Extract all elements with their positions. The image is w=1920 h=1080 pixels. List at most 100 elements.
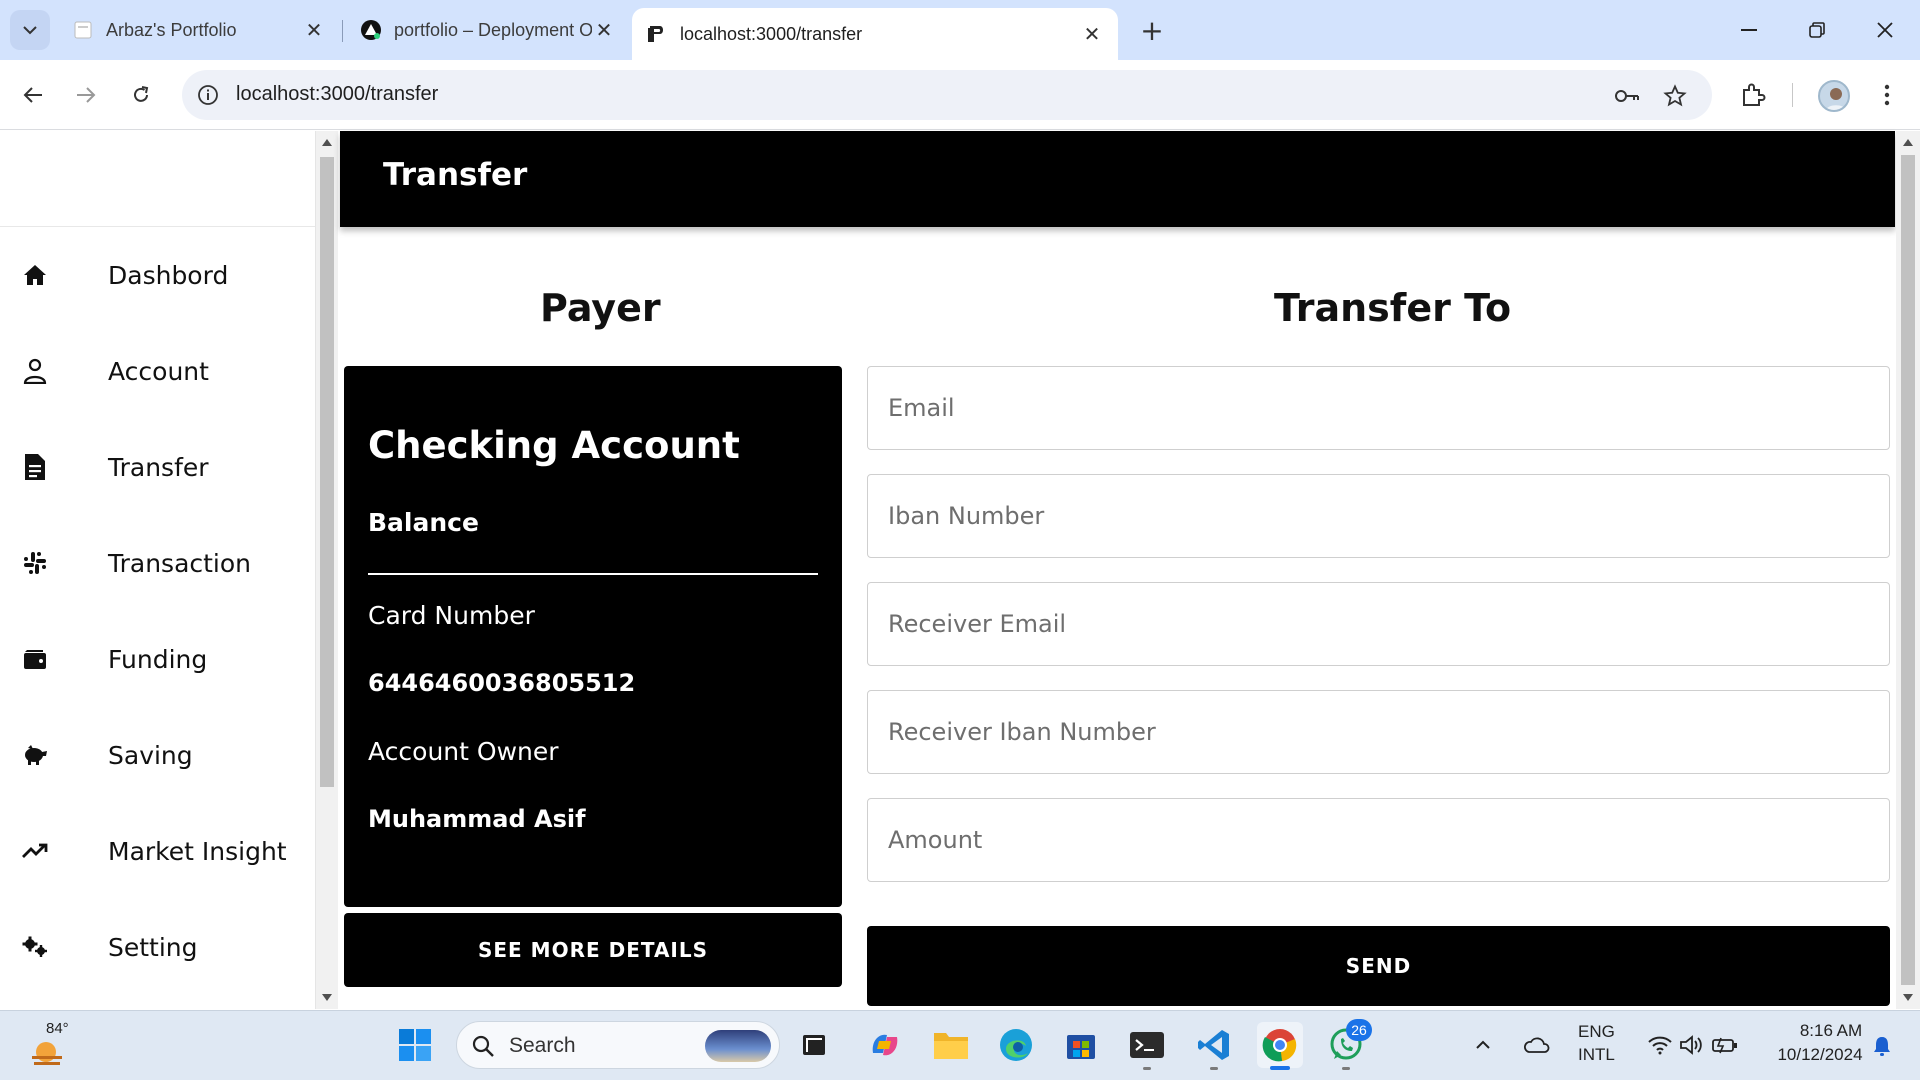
receiver-email-field[interactable]	[867, 582, 1890, 666]
sidebar-item-account[interactable]: Account	[0, 341, 316, 401]
file-explorer-app[interactable]	[928, 1022, 974, 1068]
tab-transfer-active[interactable]: localhost:3000/transfer ✕	[632, 8, 1118, 60]
tray-overflow-button[interactable]	[1468, 1022, 1498, 1068]
payer-heading: Payer	[540, 286, 661, 330]
browser-tabstrip: Arbaz's Portfolio ✕ portfolio – Deployme…	[0, 0, 1920, 60]
sidebar-scrollbar[interactable]	[316, 131, 338, 1009]
scroll-down-arrow-icon[interactable]	[322, 994, 332, 1001]
address-bar[interactable]: localhost:3000/transfer	[182, 70, 1712, 120]
sidebar-item-label: Account	[108, 356, 209, 386]
reload-button[interactable]	[121, 75, 161, 115]
close-window-button[interactable]	[1860, 10, 1910, 50]
password-key-icon[interactable]	[1614, 83, 1640, 109]
search-highlight-image	[705, 1030, 771, 1062]
sidebar-item-saving[interactable]: Saving	[0, 725, 316, 785]
see-more-details-button[interactable]: SEE MORE DETAILS	[344, 913, 842, 987]
battery-icon	[1712, 1037, 1737, 1054]
running-indicator	[1210, 1067, 1218, 1070]
wallet-icon	[22, 646, 48, 672]
browser-menu-icon[interactable]	[1870, 78, 1904, 112]
tab-portfolio[interactable]: Arbaz's Portfolio ✕	[58, 10, 340, 50]
sidebar-item-label: Dashbord	[108, 260, 229, 290]
search-label: Search	[509, 1034, 576, 1057]
receiver-iban-field[interactable]	[867, 690, 1890, 774]
forward-button[interactable]	[66, 75, 106, 115]
tab-title: Arbaz's Portfolio	[106, 19, 237, 40]
scroll-up-arrow-icon[interactable]	[322, 139, 332, 146]
account-owner-label: Account Owner	[368, 737, 559, 766]
sidebar-item-setting[interactable]: Setting	[0, 917, 316, 977]
payer-account-card: Checking Account Balance Card Number 644…	[344, 366, 842, 907]
microsoft-store-app[interactable]	[1058, 1022, 1104, 1068]
piggy-bank-icon	[22, 742, 48, 768]
iban-number-field[interactable]	[867, 474, 1890, 558]
back-button[interactable]	[13, 75, 53, 115]
tab-separator	[342, 20, 343, 42]
tab-title: portfolio – Deployment Overvie	[394, 19, 592, 40]
close-tab-icon[interactable]: ✕	[592, 18, 616, 42]
onedrive-button[interactable]	[1518, 1022, 1554, 1068]
cloud-icon	[1524, 1037, 1550, 1053]
edge-app[interactable]	[993, 1022, 1039, 1068]
terminal-icon	[1130, 1032, 1164, 1058]
extensions-icon[interactable]	[1736, 78, 1770, 112]
site-info-icon[interactable]	[196, 83, 220, 107]
amount-field[interactable]	[867, 798, 1890, 882]
url-text[interactable]: localhost:3000/transfer	[236, 83, 438, 106]
quick-settings-button[interactable]	[1638, 1022, 1748, 1068]
tab-search-button[interactable]	[10, 10, 50, 50]
notification-badge: 26	[1346, 1019, 1372, 1041]
vscode-app[interactable]	[1191, 1022, 1237, 1070]
weather-temperature: 84°	[46, 1020, 69, 1037]
copilot-app[interactable]	[862, 1022, 908, 1068]
close-tab-icon[interactable]: ✕	[1080, 22, 1104, 46]
bookmark-star-icon[interactable]	[1662, 83, 1688, 109]
scroll-down-arrow-icon[interactable]	[1903, 994, 1913, 1001]
sidebar-item-transfer[interactable]: Transfer	[0, 437, 316, 497]
sidebar-item-market-insight[interactable]: Market Insight	[0, 821, 316, 881]
tab-vercel-deployment[interactable]: portfolio – Deployment Overvie ✕	[346, 10, 630, 50]
chevron-up-icon	[1476, 1040, 1490, 1049]
chrome-app[interactable]	[1257, 1022, 1303, 1070]
sidebar-item-funding[interactable]: Funding	[0, 629, 316, 689]
send-button[interactable]: SEND	[867, 926, 1890, 1006]
slack-icon	[22, 550, 48, 576]
minimize-icon	[1741, 29, 1757, 31]
minimize-button[interactable]	[1724, 10, 1774, 50]
edge-icon	[1000, 1029, 1032, 1061]
chevron-down-icon	[23, 26, 37, 35]
scrollbar-thumb[interactable]	[320, 157, 334, 787]
sidebar-logo-area	[0, 131, 315, 227]
notifications-button[interactable]	[1864, 1026, 1900, 1066]
new-tab-button[interactable]: +	[1136, 14, 1168, 47]
chrome-icon	[1262, 1029, 1297, 1062]
page-icon	[72, 19, 94, 41]
sidebar: Dashbord Account Transfer Transaction Fu…	[0, 131, 316, 1009]
document-icon	[22, 454, 48, 480]
close-tab-icon[interactable]: ✕	[302, 18, 326, 42]
clock-date[interactable]: 10/12/2024	[1760, 1045, 1880, 1065]
task-view-button[interactable]	[791, 1022, 837, 1068]
balance-label: Balance	[368, 508, 479, 537]
page-scrollbar[interactable]	[1896, 131, 1920, 1009]
store-icon	[1067, 1035, 1095, 1059]
page-header: Transfer	[340, 131, 1895, 227]
restore-button[interactable]	[1792, 10, 1842, 50]
language-line-1[interactable]: ENG	[1578, 1022, 1615, 1042]
windows-icon	[399, 1029, 431, 1061]
email-field[interactable]	[867, 366, 1890, 450]
sidebar-item-dashboard[interactable]: Dashbord	[0, 245, 316, 305]
scroll-up-arrow-icon[interactable]	[1903, 139, 1913, 146]
scrollbar-thumb[interactable]	[1901, 155, 1915, 985]
profile-avatar[interactable]	[1818, 80, 1850, 112]
taskbar-search[interactable]: Search	[456, 1021, 780, 1069]
sidebar-item-transaction[interactable]: Transaction	[0, 533, 316, 593]
language-line-2[interactable]: INTL	[1578, 1045, 1615, 1065]
reload-icon	[134, 86, 149, 102]
active-indicator	[1270, 1066, 1290, 1070]
start-button[interactable]	[392, 1022, 438, 1068]
task-view-icon	[803, 1035, 825, 1055]
clock-time[interactable]: 8:16 AM	[1786, 1021, 1876, 1041]
arrow-left-icon	[23, 87, 42, 103]
terminal-app[interactable]	[1124, 1022, 1170, 1070]
